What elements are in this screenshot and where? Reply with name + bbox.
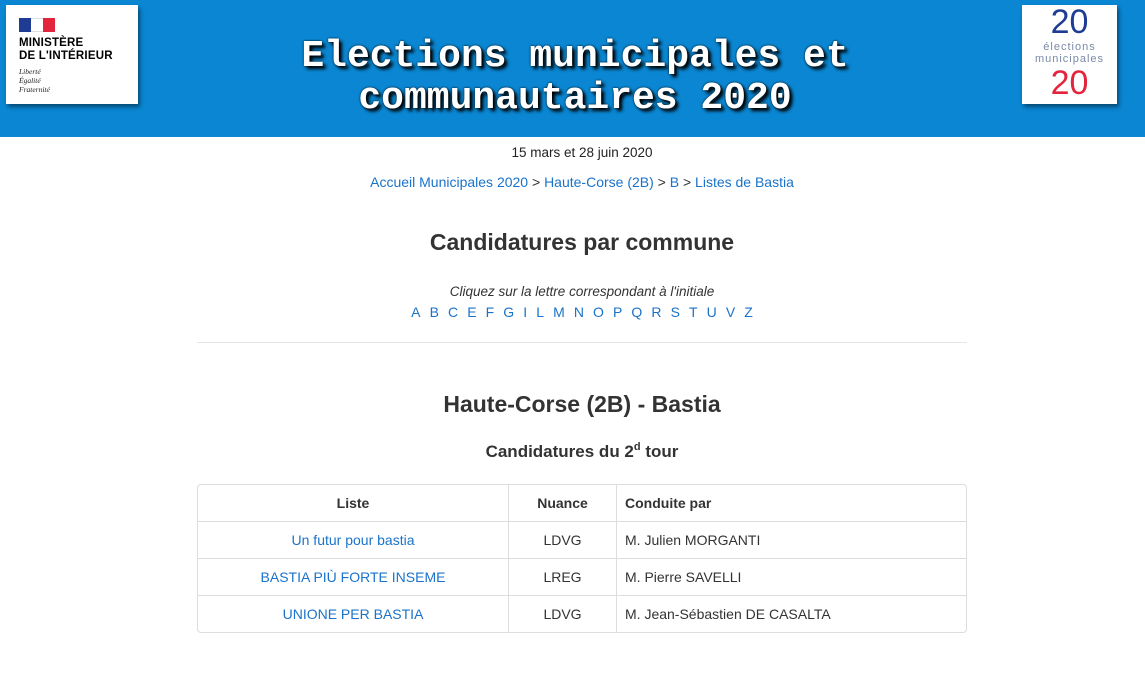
page-banner-title: Elections municipales et communautaires … bbox=[301, 35, 849, 120]
leader-cell: M. Pierre SAVELLI bbox=[617, 559, 966, 596]
letter-link-q[interactable]: Q bbox=[631, 304, 642, 320]
list-cell: UNIONE PER BASTIA bbox=[198, 596, 509, 632]
letter-link-o[interactable]: O bbox=[593, 304, 604, 320]
letter-link-a[interactable]: A bbox=[411, 304, 420, 320]
letter-link-i[interactable]: I bbox=[523, 304, 527, 320]
candidatures-heading: Candidatures par commune bbox=[429, 229, 735, 255]
ministry-motto: Liberté Égalité Fraternité bbox=[19, 67, 50, 94]
breadcrumb-letter-link[interactable]: B bbox=[670, 174, 679, 190]
election-dates: 15 mars et 28 juin 2020 bbox=[511, 145, 653, 160]
letter-link-r[interactable]: R bbox=[651, 304, 661, 320]
breadcrumb-separator: > bbox=[682, 174, 692, 190]
letter-link-l[interactable]: L bbox=[536, 304, 544, 320]
letter-link-e[interactable]: E bbox=[467, 304, 476, 320]
elections-2020-logo: 20 élections municipales 20 bbox=[1022, 3, 1117, 104]
nuance-cell: LDVG bbox=[509, 522, 617, 559]
candidates-table: Liste Nuance Conduite par Un futur pour … bbox=[197, 484, 967, 633]
breadcrumb-lists-link[interactable]: Listes de Bastia bbox=[695, 174, 794, 190]
leader-cell: M. Julien MORGANTI bbox=[617, 522, 966, 559]
letter-link-c[interactable]: C bbox=[448, 304, 458, 320]
letter-link-t[interactable]: T bbox=[689, 304, 698, 320]
letter-link-u[interactable]: U bbox=[707, 304, 717, 320]
column-header-liste: Liste bbox=[198, 485, 509, 522]
letter-link-f[interactable]: F bbox=[486, 304, 495, 320]
table-header-row: Liste Nuance Conduite par bbox=[198, 485, 966, 522]
commune-heading: Haute-Corse (2B) - Bastia bbox=[443, 391, 721, 417]
table-row: Un futur pour bastia LDVG M. Julien MORG… bbox=[198, 522, 966, 559]
list-cell: Un futur pour bastia bbox=[198, 522, 509, 559]
letter-index: A B C E F G I L M N O P Q R S T U V Z bbox=[0, 304, 1145, 320]
letter-hint: Cliquez sur la lettre correspondant à l'… bbox=[449, 284, 715, 299]
table-row: BASTIA PIÙ FORTE INSEME LREG M. Pierre S… bbox=[198, 559, 966, 596]
list-link[interactable]: BASTIA PIÙ FORTE INSEME bbox=[261, 569, 446, 585]
round-heading: Candidatures du 2d tour bbox=[485, 441, 679, 462]
letter-link-g[interactable]: G bbox=[503, 304, 514, 320]
breadcrumb-separator: > bbox=[657, 174, 666, 190]
letter-link-n[interactable]: N bbox=[574, 304, 584, 320]
letter-link-v[interactable]: V bbox=[726, 304, 735, 320]
header-banner: MINISTÈRE DE L'INTÉRIEUR Liberté Égalité… bbox=[0, 0, 1145, 137]
ministry-logo[interactable]: MINISTÈRE DE L'INTÉRIEUR Liberté Égalité… bbox=[6, 5, 138, 104]
breadcrumb-separator: > bbox=[531, 174, 541, 190]
french-flag-icon bbox=[19, 18, 55, 32]
nuance-cell: LREG bbox=[509, 559, 617, 596]
letter-link-p[interactable]: P bbox=[613, 304, 622, 320]
nuance-cell: LDVG bbox=[509, 596, 617, 632]
column-header-nuance: Nuance bbox=[509, 485, 617, 522]
letter-link-z[interactable]: Z bbox=[744, 304, 753, 320]
list-cell: BASTIA PIÙ FORTE INSEME bbox=[198, 559, 509, 596]
letter-link-s[interactable]: S bbox=[671, 304, 680, 320]
breadcrumb-department-link[interactable]: Haute-Corse (2B) bbox=[544, 174, 654, 190]
list-link[interactable]: UNIONE PER BASTIA bbox=[283, 606, 424, 622]
list-link[interactable]: Un futur pour bastia bbox=[292, 532, 415, 548]
letter-link-b[interactable]: B bbox=[430, 304, 439, 320]
breadcrumb-home-link[interactable]: Accueil Municipales 2020 bbox=[370, 174, 528, 190]
leader-cell: M. Jean-Sébastien DE CASALTA bbox=[625, 606, 831, 622]
column-header-conduite: Conduite par bbox=[617, 485, 966, 522]
ministry-name: MINISTÈRE DE L'INTÉRIEUR bbox=[19, 37, 113, 62]
letter-link-m[interactable]: M bbox=[553, 304, 565, 320]
breadcrumb: Accueil Municipales 2020 > Haute-Corse (… bbox=[0, 174, 1145, 190]
table-row: UNIONE PER BASTIA LDVG M. Jean-Sébastien… bbox=[198, 596, 966, 632]
divider bbox=[197, 342, 967, 343]
